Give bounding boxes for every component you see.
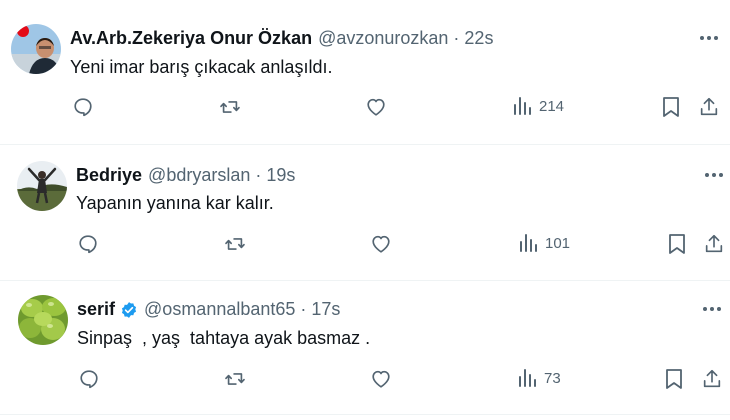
views-icon [513, 96, 533, 116]
separator-dot: · [453, 28, 460, 48]
verified-badge-icon [120, 301, 138, 319]
views-count: 73 [544, 369, 561, 387]
like-button[interactable] [370, 233, 392, 255]
bookmark-button[interactable] [668, 233, 686, 255]
separator-dot: · [300, 299, 307, 319]
reply-button[interactable] [78, 368, 100, 390]
bookmark-icon [668, 233, 686, 255]
share-button[interactable] [703, 233, 725, 255]
like-icon [370, 368, 392, 390]
divider [0, 144, 730, 145]
timestamp[interactable]: 22s [464, 28, 493, 49]
retweet-button[interactable] [223, 368, 247, 390]
tweet-text: Sinpaş , yaş tahtaya ayak basmaz . [77, 328, 371, 348]
divider [0, 414, 730, 415]
bookmark-button[interactable] [665, 368, 683, 390]
display-name[interactable]: Av.Arb.Zekeriya Onur Özkan [70, 28, 312, 49]
views-icon [518, 368, 538, 388]
avatar[interactable] [11, 24, 61, 74]
bookmark-icon [665, 368, 683, 390]
retweet-button[interactable] [223, 233, 247, 255]
views-button[interactable]: 101 [519, 233, 570, 253]
reply-button[interactable] [72, 96, 94, 118]
share-button[interactable] [698, 96, 720, 118]
views-icon [519, 233, 539, 253]
retweet-icon [223, 368, 247, 390]
timestamp[interactable]: 17s [311, 299, 340, 320]
reply-icon [72, 96, 94, 118]
like-icon [370, 233, 392, 255]
user-handle[interactable]: @osmannalbant65 [144, 299, 295, 320]
bookmark-button[interactable] [662, 96, 680, 118]
timestamp[interactable]: 19s [266, 165, 295, 186]
user-handle[interactable]: @bdryarslan [148, 165, 250, 186]
share-icon [701, 368, 723, 390]
retweet-icon [218, 96, 242, 118]
retweet-icon [223, 233, 247, 255]
like-button[interactable] [365, 96, 387, 118]
like-button[interactable] [370, 368, 392, 390]
retweet-button[interactable] [218, 96, 242, 118]
reply-button[interactable] [77, 233, 99, 255]
share-button[interactable] [701, 368, 723, 390]
views-button[interactable]: 73 [518, 368, 561, 388]
views-count: 214 [539, 97, 565, 115]
bookmark-icon [662, 96, 680, 118]
divider [0, 280, 730, 281]
display-name[interactable]: serif [77, 299, 115, 320]
user-handle[interactable]: @avzonurozkan [318, 28, 448, 49]
tweet-text: Yapanın yanına kar kalır. [76, 193, 274, 213]
more-icon[interactable] [697, 26, 721, 50]
views-count: 101 [545, 234, 571, 252]
views-button[interactable]: 214 [513, 96, 564, 116]
avatar[interactable] [18, 295, 68, 345]
reply-icon [78, 368, 100, 390]
reply-icon [77, 233, 99, 255]
avatar[interactable] [17, 161, 67, 211]
more-icon[interactable] [702, 163, 726, 187]
tweet-text: Yeni imar barış çıkacak anlaşıldı. [70, 57, 333, 77]
share-icon [698, 96, 720, 118]
more-icon[interactable] [700, 297, 724, 321]
display-name[interactable]: Bedriye [76, 165, 142, 186]
separator-dot: · [255, 165, 262, 185]
share-icon [703, 233, 725, 255]
like-icon [365, 96, 387, 118]
